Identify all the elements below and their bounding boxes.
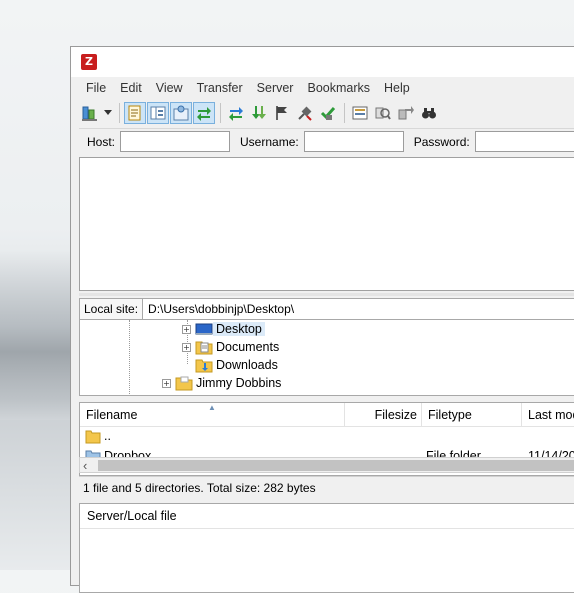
search-remote-files-button[interactable] xyxy=(418,102,440,124)
reconnect-button[interactable] xyxy=(317,102,339,124)
filezilla-window: Z File Edit View Transfer Server Bookmar… xyxy=(70,46,574,593)
refresh-icon xyxy=(229,107,243,121)
local-site-label: Local site: xyxy=(79,298,144,320)
toggle-local-tree-button[interactable] xyxy=(147,102,169,124)
menu-bookmarks[interactable]: Bookmarks xyxy=(300,79,377,99)
local-directory-tree: + Desktop + Documents Downloads + Jimmy … xyxy=(79,320,574,396)
desktop-icon xyxy=(195,323,213,335)
site-manager-button[interactable] xyxy=(79,102,101,124)
filter-icon xyxy=(352,106,368,120)
directory-listing-filters-button[interactable] xyxy=(349,102,371,124)
local-status-line: 1 file and 5 directories. Total size: 28… xyxy=(79,476,574,498)
downloads-folder-icon xyxy=(195,359,213,373)
tree-item-desktop[interactable]: + Desktop xyxy=(182,320,265,338)
message-log-pane[interactable] xyxy=(79,157,574,291)
site-manager-dropdown[interactable] xyxy=(102,102,114,124)
expand-icon[interactable]: + xyxy=(182,342,191,352)
transfer-queue-pane: Server/Local file xyxy=(79,503,574,593)
process-queue-button[interactable] xyxy=(248,102,270,124)
toggle-transfer-queue-button[interactable] xyxy=(193,102,215,124)
refresh-button[interactable] xyxy=(225,102,247,124)
checkmark-icon xyxy=(320,107,336,120)
column-filetype[interactable]: Filetype xyxy=(422,403,522,427)
expand-icon[interactable]: + xyxy=(162,378,171,388)
toggle-remote-tree-button[interactable] xyxy=(170,102,192,124)
process-queue-icon xyxy=(252,106,266,119)
expand-icon[interactable]: + xyxy=(182,324,191,334)
menu-view[interactable]: View xyxy=(149,79,190,99)
password-label: Password: xyxy=(413,134,470,149)
synchronized-browsing-button[interactable] xyxy=(395,102,417,124)
local-site-path-input[interactable]: D:\Users\dobbinjp\Desktop\ xyxy=(143,298,574,320)
tree-item-documents[interactable]: + Documents xyxy=(182,338,282,356)
transfer-queue-icon xyxy=(197,107,211,121)
toggle-message-log-button[interactable] xyxy=(124,102,146,124)
column-filesize[interactable]: Filesize xyxy=(345,403,422,427)
scroll-left-icon[interactable]: ‹ xyxy=(83,458,87,473)
menu-server[interactable]: Server xyxy=(250,79,301,99)
host-label: Host: xyxy=(87,134,116,149)
sort-ascending-icon: ▲ xyxy=(208,403,216,412)
compare-directories-button[interactable] xyxy=(372,102,394,124)
menu-edit[interactable]: Edit xyxy=(113,79,149,99)
host-input[interactable] xyxy=(120,131,231,152)
message-log-icon xyxy=(128,105,141,121)
password-input[interactable] xyxy=(474,131,574,152)
documents-folder-icon xyxy=(195,341,213,355)
user-folder-icon xyxy=(175,376,193,391)
disconnect-button[interactable] xyxy=(294,102,316,124)
binoculars-icon xyxy=(422,108,436,119)
disconnect-icon xyxy=(298,106,312,121)
tree-item-label: Downloads xyxy=(216,358,278,372)
scrollbar-thumb[interactable] xyxy=(98,460,574,471)
file-row-parent[interactable]: .. xyxy=(80,427,574,447)
sync-browsing-icon xyxy=(398,106,414,120)
folder-icon xyxy=(85,430,101,444)
cancel-operation-button[interactable] xyxy=(271,102,293,124)
title-bar: Z xyxy=(71,47,574,77)
desktop-background xyxy=(0,250,80,420)
menu-file[interactable]: File xyxy=(79,79,113,99)
username-input[interactable] xyxy=(303,131,404,152)
chevron-down-icon xyxy=(104,110,112,115)
tree-guide-line xyxy=(129,320,130,395)
tree-item-label: Documents xyxy=(216,340,280,354)
tree-item-label: Jimmy Dobbins xyxy=(196,376,282,390)
toolbar-separator xyxy=(119,103,120,123)
file-list-header: Filename ▲ Filesize Filetype Last mod xyxy=(80,403,574,427)
horizontal-scrollbar[interactable]: ‹ xyxy=(79,457,574,473)
tree-item-downloads[interactable]: Downloads xyxy=(195,356,281,374)
menu-help[interactable]: Help xyxy=(377,79,417,99)
quickconnect-bar: Host: Username: Password: xyxy=(79,128,574,154)
compare-icon xyxy=(375,107,391,120)
local-tree-icon xyxy=(150,106,166,120)
menu-bar: File Edit View Transfer Server Bookmarks… xyxy=(79,79,417,99)
toolbar-separator xyxy=(220,103,221,123)
tree-item-label: Desktop xyxy=(213,322,265,336)
username-label: Username: xyxy=(240,134,299,149)
tree-item-jimmy-dobbins[interactable]: + Jimmy Dobbins xyxy=(162,374,284,392)
queue-column-server-local-file[interactable]: Server/Local file xyxy=(80,504,574,529)
pane-splitter[interactable] xyxy=(79,293,574,296)
menu-transfer[interactable]: Transfer xyxy=(190,79,250,99)
remote-tree-icon xyxy=(173,105,189,121)
flag-icon xyxy=(276,106,287,120)
column-last-modified[interactable]: Last mod xyxy=(522,403,574,427)
site-manager-icon xyxy=(82,106,97,121)
filezilla-icon[interactable]: Z xyxy=(81,54,97,70)
toolbar xyxy=(79,100,574,126)
local-site-bar: Local site: D:\Users\dobbinjp\Desktop\ xyxy=(79,298,574,320)
file-name: .. xyxy=(104,429,111,443)
toolbar-separator xyxy=(344,103,345,123)
